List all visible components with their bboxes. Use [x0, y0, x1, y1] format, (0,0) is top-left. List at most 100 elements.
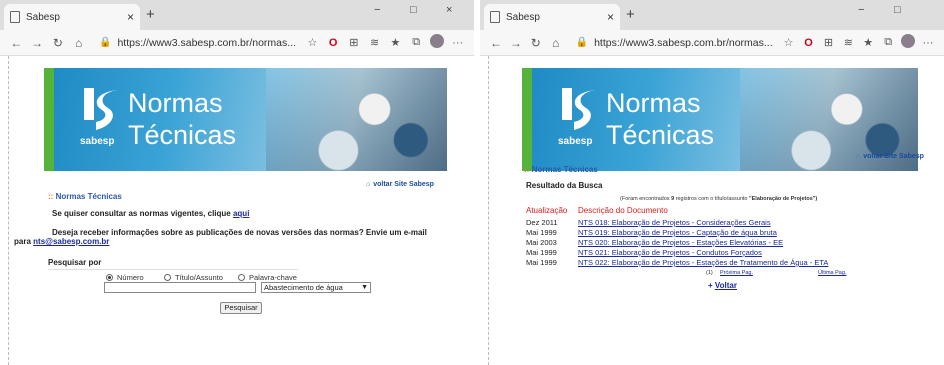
table-row-link[interactable]: NTS 020: Elaboração de Projetos - Estaçõ… [578, 238, 783, 247]
table-row-date: Mai 1999 [526, 258, 557, 267]
more-icon[interactable]: ··· [918, 37, 938, 49]
minimize-button[interactable]: − [374, 4, 380, 16]
pager-current: (1) [706, 270, 713, 276]
radio-numero[interactable]: Número [106, 273, 144, 282]
voltar-link[interactable]: + Voltar [708, 281, 737, 290]
voltar-site-link[interactable]: ⌂ voltar Site Sabesp [366, 181, 434, 188]
search-by-label: Pesquisar por [48, 258, 298, 270]
last-page-link[interactable]: Última Pag. [818, 270, 846, 276]
next-page-link[interactable]: Próxima Pag. [720, 270, 753, 276]
page-border [8, 56, 9, 365]
banner-title-line1: Normas [606, 88, 701, 118]
tab-sabesp[interactable]: Sabesp × [4, 4, 140, 30]
collections-icon[interactable]: ⧉ [878, 36, 898, 49]
profile-icon[interactable] [898, 34, 918, 51]
refresh-icon[interactable]: ↻ [526, 36, 546, 50]
extension-icon[interactable]: ⊞ [818, 36, 838, 49]
brand-text: sabesp [558, 136, 593, 147]
email-link[interactable]: nts@sabesp.com.br [33, 237, 109, 246]
table-row-link[interactable]: NTS 021: Elaboração de Projetos - Condut… [578, 248, 762, 257]
extension-icon[interactable]: ⊞ [344, 36, 365, 49]
new-tab-button[interactable]: + [146, 6, 155, 23]
browser-window-left: Sabesp × + − □ × ← → ↻ ⌂ 🔒 https://www3.… [0, 0, 474, 365]
email-text: Deseja receber informações sobre as publ… [52, 228, 427, 237]
banner-title-line2: Técnicas [606, 120, 715, 150]
back-icon[interactable]: ← [6, 36, 27, 50]
page-icon [490, 11, 500, 23]
email-line: para nts@sabesp.com.br [14, 237, 110, 246]
lock-icon: 🔒 [99, 37, 112, 48]
column-date: Atualização [526, 206, 568, 215]
voltar-site-icon: ⌂ [366, 181, 371, 188]
voltar-site-link[interactable]: ⌂ voltar Site Sabesp [856, 153, 924, 160]
favorites-icon[interactable]: ★ [385, 36, 406, 49]
url-text: https://www3.sabesp.com.br/normas... [594, 36, 773, 49]
consult-text: Se quiser consultar as normas vigentes, … [52, 209, 250, 218]
address-bar[interactable]: 🔒 https://www3.sabesp.com.br/normas... [576, 33, 773, 53]
address-bar[interactable]: 🔒 https://www3.sabesp.com.br/normas... [99, 33, 296, 53]
voltar-site-icon: ⌂ [856, 153, 861, 160]
more-icon[interactable]: ··· [447, 37, 468, 49]
table-row-link[interactable]: NTS 019: Elaboração de Projetos - Captaç… [578, 228, 777, 237]
table-row-date: Mai 1999 [526, 228, 557, 237]
banner-title-line2: Técnicas [128, 120, 237, 150]
refresh-icon[interactable]: ↻ [48, 36, 69, 50]
extension2-icon[interactable]: ≋ [364, 36, 385, 49]
sabesp-logo-icon [84, 88, 118, 130]
table-row-date: Mai 1999 [526, 248, 557, 257]
collections-icon[interactable]: ⧉ [406, 36, 427, 49]
chevron-down-icon: ▼ [361, 284, 368, 291]
search-button[interactable]: Pesquisar [220, 302, 262, 314]
column-description: Descrição do Documento [578, 206, 668, 215]
opera-icon[interactable]: O [799, 37, 819, 49]
maximize-button[interactable]: □ [410, 4, 417, 16]
maximize-button[interactable]: □ [894, 4, 901, 16]
new-tab-button[interactable]: + [626, 6, 635, 23]
search-input[interactable] [104, 282, 256, 293]
url-text: https://www3.sabesp.com.br/normas... [117, 36, 297, 49]
forward-icon[interactable]: → [27, 36, 48, 50]
profile-icon[interactable] [427, 34, 448, 51]
category-select[interactable]: Abastecimento de água ▼ [261, 282, 371, 293]
banner-title-line1: Normas [128, 88, 223, 118]
result-title: Resultado da Busca [526, 181, 603, 190]
page-content: sabesp Normas Técnicas ⌂ voltar Site Sabe… [480, 56, 944, 365]
back-icon[interactable]: ← [486, 36, 506, 50]
page-icon [10, 11, 20, 23]
results-count-info: (Foram encontrados 9 registros com o tít… [620, 196, 818, 202]
radio-titulo[interactable]: Título/Assunto [164, 273, 223, 282]
table-row-date: Dez 2011 [526, 218, 558, 227]
table-row-link[interactable]: NTS 022: Elaboração de Projetos - Estaçõ… [578, 258, 828, 267]
green-stripe [522, 68, 532, 171]
close-tab-icon[interactable]: × [127, 10, 134, 24]
tab-title: Sabesp [26, 11, 60, 23]
banner: sabesp Normas Técnicas [44, 68, 447, 171]
screenshot: Sabesp × + − □ × ← → ↻ ⌂ 🔒 https://www3.… [0, 0, 944, 365]
star-icon[interactable]: ☆ [302, 36, 323, 49]
tab-strip: Sabesp × + − □ × [0, 0, 474, 30]
page-content: sabesp Normas Técnicas ⌂ voltar Site Sabe… [0, 56, 474, 365]
table-row-date: Mai 2003 [526, 238, 557, 247]
opera-icon[interactable]: O [323, 37, 344, 49]
table-row-link[interactable]: NTS 018: Elaboração de Projetos - Consid… [578, 218, 771, 227]
green-stripe [44, 68, 54, 171]
minimize-button[interactable]: − [858, 4, 864, 16]
star-icon[interactable]: ☆ [779, 36, 799, 49]
forward-icon[interactable]: → [506, 36, 526, 50]
radio-palavra-chave[interactable]: Palavra-chave [238, 273, 297, 282]
lock-icon: 🔒 [575, 37, 589, 48]
aqui-link[interactable]: aqui [233, 209, 249, 218]
home-icon[interactable]: ⌂ [68, 36, 89, 50]
close-window-button[interactable]: × [446, 4, 452, 16]
section-title: :: Normas Técnicas [524, 165, 598, 174]
close-tab-icon[interactable]: × [607, 10, 614, 24]
extension2-icon[interactable]: ≋ [838, 36, 858, 49]
section-title: :: Normas Técnicas [48, 192, 122, 201]
brand-text: sabesp [80, 136, 115, 147]
favorites-icon[interactable]: ★ [858, 36, 878, 49]
tab-sabesp[interactable]: Sabesp × [484, 4, 620, 30]
tab-title: Sabesp [506, 11, 540, 23]
home-icon[interactable]: ⌂ [546, 36, 566, 50]
browser-window-right: Sabesp × + − □ ← → ↻ ⌂ 🔒 https://www3.sa… [480, 0, 944, 365]
tab-strip: Sabesp × + − □ [480, 0, 944, 30]
